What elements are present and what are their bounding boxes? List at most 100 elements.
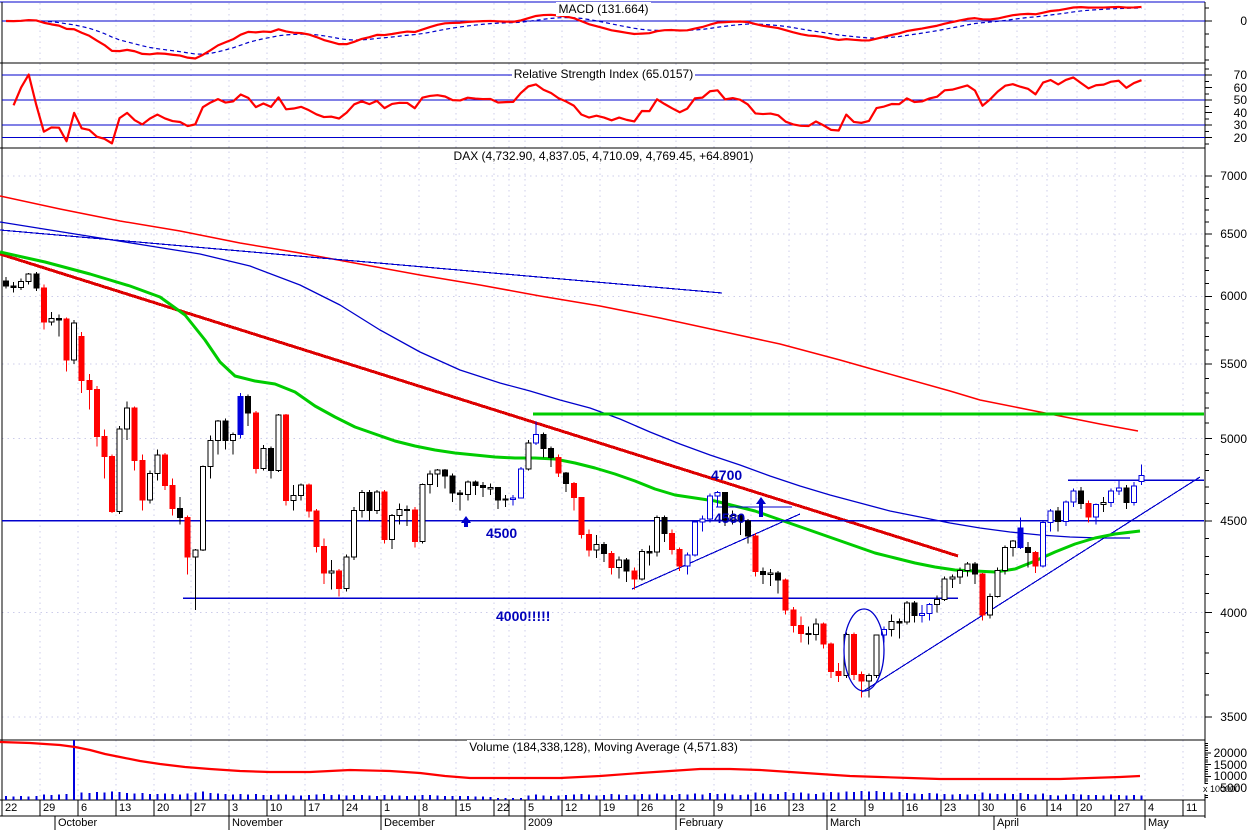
volume-bar	[837, 792, 840, 800]
macd-zero-label: 0	[1240, 14, 1247, 28]
week-label: 20	[157, 802, 170, 814]
volume-bar	[1049, 794, 1052, 800]
candle-body	[1070, 490, 1077, 503]
candle-body	[570, 483, 577, 499]
volume-bar	[1072, 793, 1075, 800]
candle-body	[911, 602, 918, 616]
volume-bar	[799, 792, 802, 800]
candle-body	[252, 412, 259, 469]
candle-body	[1077, 490, 1084, 504]
volume-bar	[701, 794, 704, 800]
annotation-4000: 4000!!!!!	[496, 608, 551, 624]
candle-body	[161, 454, 168, 487]
month-label: 2009	[528, 817, 553, 829]
volume-bar	[269, 795, 272, 800]
candle-body	[222, 420, 229, 442]
volume-bar	[497, 797, 500, 800]
price-tick-label: 5500	[1220, 357, 1247, 372]
candle-body	[245, 395, 252, 414]
volume-bar	[989, 793, 992, 800]
week-label: 3	[232, 802, 239, 814]
candle-body	[805, 632, 812, 636]
volume-bar	[375, 795, 378, 800]
volume-bar	[769, 794, 772, 800]
candle-body	[699, 518, 706, 523]
candle-body	[86, 379, 93, 390]
candle-body	[495, 486, 502, 501]
candle-body	[358, 492, 365, 511]
volume-bar	[958, 793, 961, 800]
volume-bar	[807, 793, 810, 800]
candle-body	[449, 475, 456, 494]
candle-body	[850, 634, 857, 676]
candle-body	[184, 517, 191, 558]
chart-plot-area[interactable]	[0, 0, 1250, 830]
volume-bar	[610, 794, 613, 800]
week-label: 23	[944, 802, 957, 814]
candle-body	[835, 670, 842, 676]
rsi-tick-label: 30	[1233, 118, 1247, 132]
rsi-tick-label: 40	[1233, 105, 1247, 120]
volume-bar	[489, 796, 492, 800]
week-label: 19	[603, 802, 616, 814]
volume-bar	[542, 795, 545, 800]
volume-bar	[777, 793, 780, 800]
volume-bar	[163, 793, 166, 800]
volume-bar	[1026, 794, 1029, 800]
long-rising-trendline	[861, 476, 1201, 693]
candle-body	[707, 495, 714, 520]
volume-bar	[905, 792, 908, 800]
week-label: 29	[43, 802, 56, 814]
candle-body	[971, 563, 978, 575]
candle-body	[669, 532, 676, 550]
candle-body	[366, 492, 373, 511]
candle-body	[517, 468, 524, 499]
month-label: May	[1148, 817, 1169, 829]
candle-body	[169, 485, 176, 510]
volume-bar	[315, 794, 318, 800]
candle-body	[48, 318, 55, 323]
rsi-tick-label: 50	[1233, 93, 1247, 107]
candle-body	[116, 428, 123, 513]
volume-bar	[338, 794, 341, 800]
volume-bar	[413, 795, 416, 800]
candle-body	[502, 498, 509, 501]
volume-bar	[1087, 795, 1090, 800]
week-label: 14	[1050, 802, 1063, 814]
volume-bar	[1019, 793, 1022, 800]
volume-bar	[951, 794, 954, 800]
volume-bar	[216, 793, 219, 800]
volume-bar	[224, 794, 227, 800]
week-label: 22	[497, 802, 510, 814]
volume-bar	[1110, 794, 1113, 800]
chart-window: MACD (131.664) Relative Strength Index (…	[0, 0, 1250, 830]
candle-body	[192, 549, 199, 558]
candle-body	[275, 414, 282, 471]
candle-body	[1009, 540, 1016, 549]
candle-body	[812, 623, 819, 636]
volume-bar	[860, 791, 863, 800]
candle-body	[714, 492, 721, 497]
volume-bar	[277, 794, 280, 800]
candle-body	[283, 414, 290, 501]
volume-bar	[875, 790, 878, 800]
candle-body	[956, 569, 963, 578]
month-label: April	[997, 817, 1020, 829]
candle-body	[964, 563, 971, 571]
rsi-tick-label: 20	[1233, 130, 1247, 145]
candle-body	[78, 335, 85, 381]
volume-bar	[20, 795, 23, 800]
volume-bar	[928, 793, 931, 800]
candle-body	[684, 554, 691, 567]
volume-bar	[239, 793, 242, 800]
candle-body	[63, 318, 70, 361]
candle-body	[214, 420, 221, 442]
volume-bar	[103, 792, 106, 800]
volume-bar	[709, 793, 712, 800]
volume-bar	[580, 793, 583, 800]
candle-body	[661, 517, 668, 534]
candle-body	[457, 492, 464, 496]
candle-body	[131, 407, 138, 462]
candle-body	[578, 497, 585, 535]
price-tick-label: 7000	[1220, 169, 1247, 183]
